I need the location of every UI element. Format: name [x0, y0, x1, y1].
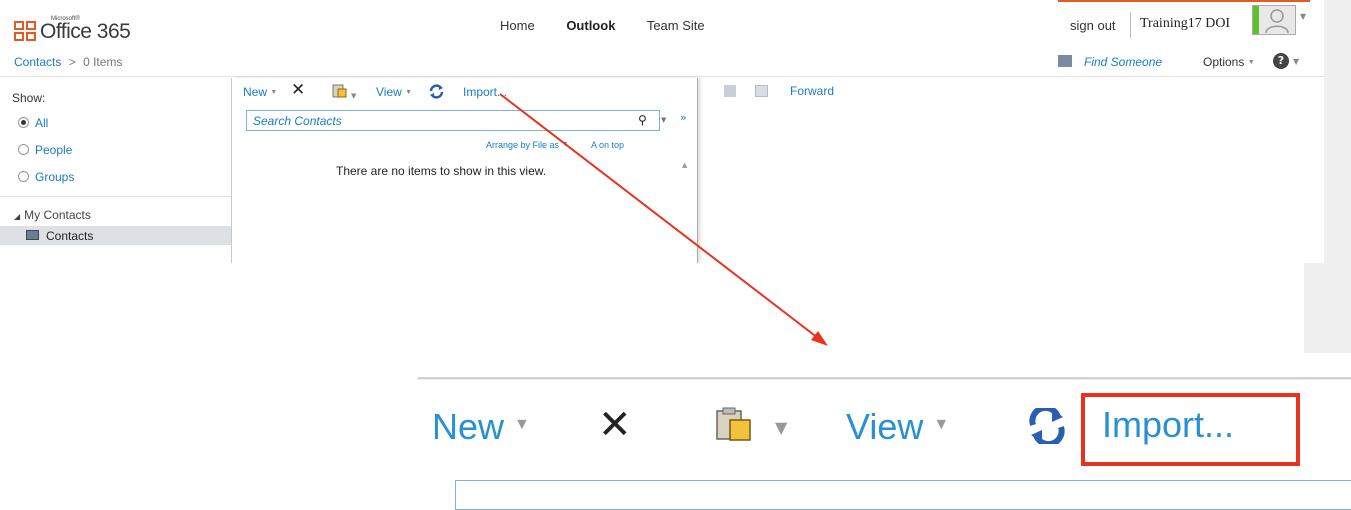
- chevron-down-icon: ▼: [270, 89, 278, 96]
- radio-icon[interactable]: [18, 171, 29, 182]
- presence-indicator: [1253, 6, 1259, 34]
- breadcrumb: Contacts > 0 Items: [14, 55, 122, 69]
- nav-home[interactable]: Home: [500, 18, 535, 33]
- options-label: Options: [1203, 55, 1245, 69]
- chevron-down-icon: ▼: [933, 416, 950, 433]
- forward-button[interactable]: Forward: [790, 84, 834, 98]
- zoom-view-button[interactable]: View ▼: [846, 405, 949, 447]
- zoom-divider-shadow: [418, 379, 1351, 380]
- radio-selected-icon[interactable]: [18, 117, 29, 128]
- chevron-down-icon[interactable]: ▼: [661, 116, 666, 124]
- paste-icon[interactable]: [332, 84, 348, 98]
- view-label: View: [376, 85, 402, 99]
- header-divider: [0, 76, 1324, 77]
- top-navigation: Home Outlook Team Site: [500, 18, 733, 33]
- import-button[interactable]: Import...: [463, 85, 507, 99]
- zoom-delete-icon[interactable]: ✕: [598, 405, 632, 445]
- zoom-view-label: View: [846, 406, 924, 447]
- office-logo-icon: [14, 21, 38, 43]
- nav-outlook[interactable]: Outlook: [566, 18, 615, 33]
- nav-divider: [0, 196, 231, 197]
- new-button[interactable]: New ▼: [243, 85, 277, 99]
- filter-label: All: [35, 116, 49, 130]
- tree-item-contacts[interactable]: Contacts: [0, 226, 231, 245]
- user-name[interactable]: Training17 DOI: [1140, 16, 1230, 32]
- new-label: New: [243, 85, 268, 99]
- view-button[interactable]: View ▼: [376, 85, 412, 99]
- divider: [1130, 12, 1131, 38]
- show-label: Show:: [12, 91, 46, 105]
- search-icon[interactable]: ⚲: [638, 113, 647, 127]
- chevron-down-icon: ▼: [1247, 59, 1255, 66]
- filter-people[interactable]: People: [18, 143, 72, 157]
- zoom-refresh-icon[interactable]: [1028, 408, 1066, 444]
- double-chevron-down-icon[interactable]: »: [680, 111, 687, 124]
- sort-order-toggle[interactable]: A on top: [591, 140, 624, 150]
- arrange-by-menu[interactable]: Arrange by File as ▼: [486, 140, 569, 150]
- scroll-up-icon[interactable]: ▲: [682, 161, 687, 169]
- reply-icon[interactable]: [724, 85, 736, 97]
- chevron-down-icon: ▼: [514, 416, 530, 433]
- help-icon[interactable]: ?: [1273, 53, 1289, 69]
- accent-line: [1058, 0, 1310, 2]
- filter-label: People: [35, 143, 73, 157]
- tree-my-contacts[interactable]: ◢ My Contacts: [14, 208, 91, 222]
- delete-icon[interactable]: ✕: [291, 80, 305, 100]
- breadcrumb-separator: >: [68, 55, 76, 69]
- window-edge: [1324, 0, 1351, 263]
- options-menu[interactable]: Options ▼: [1203, 55, 1255, 69]
- zoom-paste-icon[interactable]: [715, 407, 755, 443]
- search-box: [246, 110, 660, 131]
- contacts-folder-icon: [26, 230, 39, 240]
- chevron-down-icon[interactable]: ▼: [351, 92, 356, 100]
- zoom-search-box: [455, 480, 1351, 510]
- search-input[interactable]: [247, 111, 633, 130]
- brand-name: Office 365: [40, 20, 131, 43]
- empty-list-message: There are no items to show in this view.: [336, 164, 547, 178]
- filter-groups[interactable]: Groups: [18, 170, 74, 184]
- arrange-label: Arrange by File as: [486, 140, 560, 150]
- person-silhouette-icon: [1265, 9, 1289, 33]
- refresh-icon[interactable]: [429, 84, 444, 99]
- zoom-new-button[interactable]: New ▼: [432, 405, 530, 447]
- expanded-triangle-icon[interactable]: ◢: [14, 212, 20, 221]
- address-book-icon[interactable]: [1058, 55, 1072, 67]
- zoom-new-label: New: [432, 406, 505, 447]
- calendar-icon[interactable]: [755, 85, 768, 97]
- chevron-down-icon: ▼: [561, 141, 569, 148]
- nav-team-site[interactable]: Team Site: [647, 18, 705, 33]
- avatar[interactable]: [1252, 5, 1296, 35]
- import-highlight-box: [1081, 393, 1300, 466]
- background-strip: [1304, 263, 1351, 353]
- sign-out-link[interactable]: sign out: [1070, 18, 1116, 33]
- chevron-down-icon[interactable]: ▼: [1293, 57, 1299, 66]
- chevron-down-icon[interactable]: ▼: [775, 418, 787, 437]
- radio-icon[interactable]: [18, 144, 29, 155]
- tree-item-label: Contacts: [46, 229, 94, 243]
- tree-header-label: My Contacts: [24, 208, 91, 222]
- chevron-down-icon[interactable]: ▼: [1300, 12, 1306, 21]
- filter-label: Groups: [35, 170, 75, 184]
- filter-all[interactable]: All: [18, 116, 48, 130]
- item-count: 0 Items: [83, 55, 123, 69]
- outlook-contacts-window: Microsoft® Office 365 Home Outlook Team …: [0, 0, 1324, 263]
- breadcrumb-folder[interactable]: Contacts: [14, 55, 61, 69]
- find-someone-link[interactable]: Find Someone: [1084, 55, 1162, 69]
- chevron-down-icon: ▼: [405, 89, 413, 96]
- arrow-head: [811, 331, 828, 346]
